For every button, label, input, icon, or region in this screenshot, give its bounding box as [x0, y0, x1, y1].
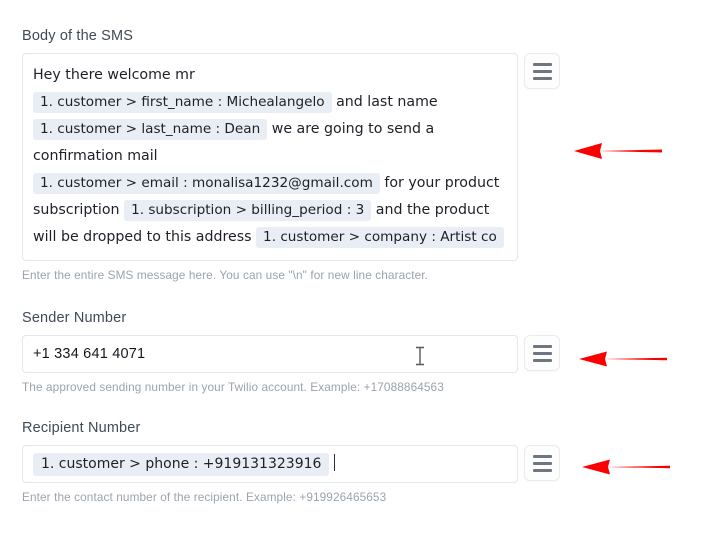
helper-sender-number: The approved sending number in your Twil…: [22, 380, 444, 394]
editor-text-segment: and last name: [331, 94, 438, 110]
hamburger-menu-icon-recipient-number[interactable]: [524, 445, 560, 481]
menu-bar: [532, 76, 552, 80]
menu-bar: [532, 344, 552, 348]
sms-action-config-panel: Body of the SMS Hey there welcome mr 1. c…: [0, 0, 726, 537]
field-group-recipient-number: Recipient Number 1. customer > phone : +…: [22, 420, 560, 504]
helper-recipient-number: Enter the contact number of the recipien…: [22, 490, 387, 504]
merge-token-company[interactable]: 1. customer > company : Artist co: [256, 227, 504, 248]
sender-number-input[interactable]: +1 334 641 4071: [22, 335, 518, 373]
menu-bar: [532, 461, 552, 465]
merge-token-last-name[interactable]: 1. customer > last_name : Dean: [33, 119, 268, 140]
arrow-sender-number: [579, 351, 667, 367]
menu-bar: [532, 351, 552, 355]
merge-token-first-name[interactable]: 1. customer > first_name : Michealangelo: [33, 92, 332, 113]
field-group-sender-number: Sender Number +1 334 641 4071 The approv…: [22, 310, 560, 394]
arrow-body-of-sms: [574, 143, 662, 159]
helper-body-of-sms: Enter the entire SMS message here. You c…: [22, 268, 429, 282]
menu-bar: [532, 454, 552, 458]
menu-bar: [532, 62, 552, 66]
merge-token-email[interactable]: 1. customer > email : monalisa1232@gmail…: [33, 173, 380, 194]
label-body-of-sms: Body of the SMS: [22, 28, 134, 44]
merge-token-billing-period[interactable]: 1. subscription > billing_period : 3: [124, 200, 372, 221]
field-group-body-of-sms: Body of the SMS Hey there welcome mr 1. c…: [22, 28, 560, 282]
control-row-recipient-number: 1. customer > phone : +919131323916: [22, 445, 560, 483]
control-row-sender-number: +1 334 641 4071: [22, 335, 560, 373]
control-row-body-of-sms: Hey there welcome mr 1. customer > first_…: [22, 53, 560, 261]
menu-bar: [532, 468, 552, 472]
recipient-number-input[interactable]: 1. customer > phone : +919131323916: [22, 445, 518, 483]
arrow-recipient-number: [582, 459, 670, 475]
body-of-sms-editor[interactable]: Hey there welcome mr 1. customer > first_…: [22, 53, 518, 261]
menu-bar: [532, 358, 552, 362]
hamburger-menu-icon-body-of-sms[interactable]: [524, 53, 560, 89]
hamburger-menu-icon-sender-number[interactable]: [524, 335, 560, 371]
editor-text-segment: Hey there welcome mr: [33, 67, 195, 83]
menu-bar: [532, 69, 552, 73]
merge-token-phone[interactable]: 1. customer > phone : +919131323916: [33, 453, 330, 476]
text-caret: [334, 454, 336, 471]
label-recipient-number: Recipient Number: [22, 420, 141, 436]
label-sender-number: Sender Number: [22, 310, 127, 326]
